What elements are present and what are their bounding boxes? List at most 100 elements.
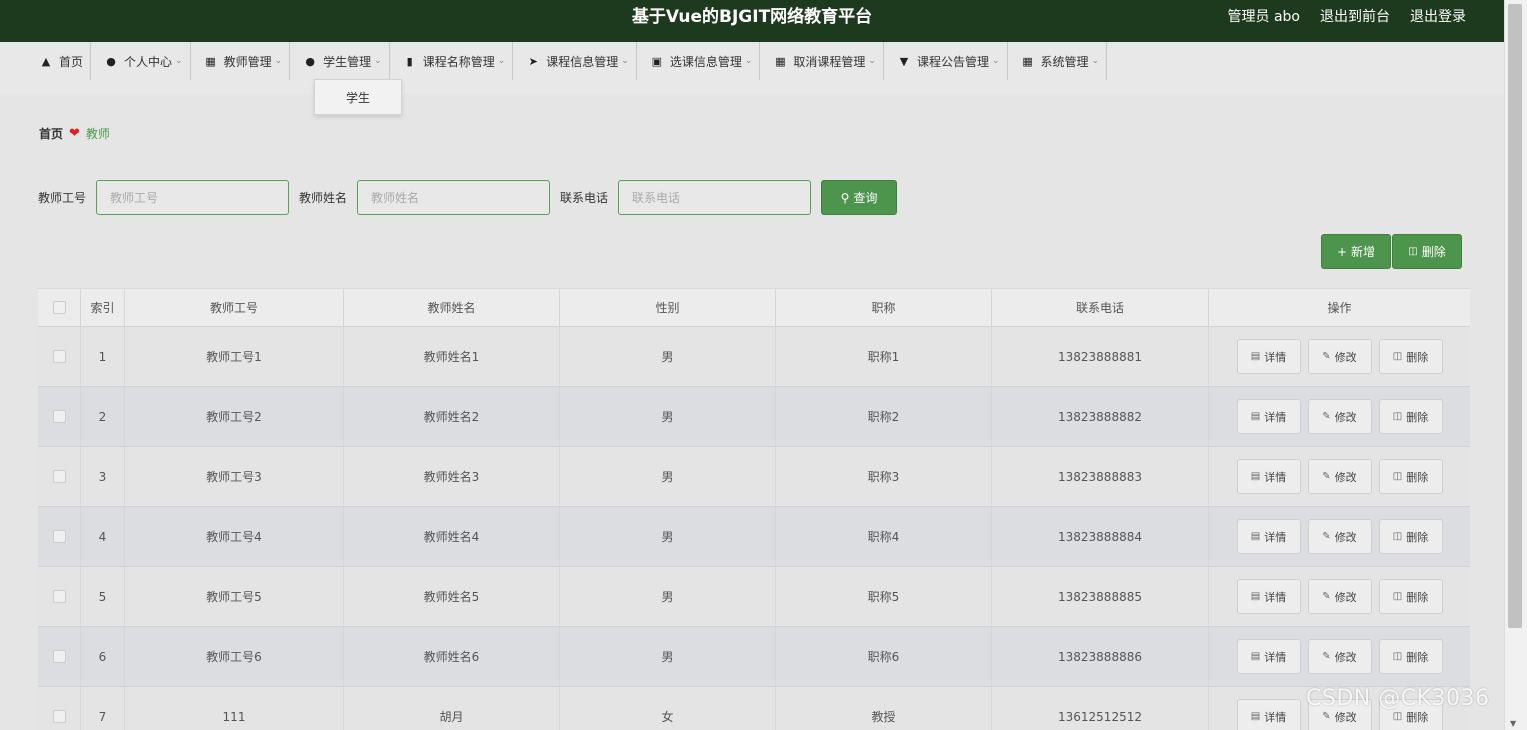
edit-button[interactable]: ✎ 修改 xyxy=(1307,639,1372,674)
menu-item-course-selection-management[interactable]: ▣ 选课信息管理 ⌄ xyxy=(637,42,761,80)
detail-button[interactable]: ▤ 详情 xyxy=(1236,339,1301,374)
cell-phone: 13823888883 xyxy=(992,447,1209,506)
row-select-cell xyxy=(38,687,81,730)
cell-teacher-name: 教师姓名6 xyxy=(344,627,560,686)
row-checkbox[interactable] xyxy=(52,350,66,363)
cell-phone: 13823888885 xyxy=(992,567,1209,626)
menu-item-personal-center[interactable]: ● 个人中心 ⌄ xyxy=(91,42,191,80)
menu-item-label: 首页 xyxy=(59,54,84,69)
cell-gender: 男 xyxy=(560,387,776,446)
add-button[interactable]: + 新增 xyxy=(1321,234,1391,269)
books-icon: ▮ xyxy=(406,54,413,68)
edit-button-label: 修改 xyxy=(1334,530,1357,544)
plus-icon: + xyxy=(1336,244,1348,259)
menu-item-course-info-management[interactable]: ➤ 课程信息管理 ⌄ xyxy=(513,42,637,80)
delete-button[interactable]: ◫ 删除 xyxy=(1378,339,1443,374)
cell-index: 3 xyxy=(81,447,125,506)
scroll-down-arrow-icon[interactable]: ▼ xyxy=(1510,719,1516,728)
logout-link[interactable]: 退出登录 xyxy=(1410,0,1466,34)
cell-index: 5 xyxy=(81,567,125,626)
back-to-front-link[interactable]: 退出到前台 xyxy=(1320,0,1390,34)
edit-button[interactable]: ✎ 修改 xyxy=(1307,519,1372,554)
grid-icon: ▦ xyxy=(1022,54,1033,68)
table-row: 6 教师工号6 教师姓名6 男职称6 13823888886 ▤ 详情 ✎ 修改 ◫ 删除 xyxy=(38,627,1470,687)
document-icon: ▤ xyxy=(1250,351,1261,362)
table-row: 7 111 胡月女教授 13612512512 ▤ 详情 ✎ 修改 ◫ 删除 xyxy=(38,687,1470,730)
detail-button-label: 详情 xyxy=(1264,410,1287,424)
menu-item-course-notice-management[interactable]: ▼ 课程公告管理 ⌄ xyxy=(884,42,1008,80)
detail-button-label: 详情 xyxy=(1264,650,1287,664)
row-checkbox[interactable] xyxy=(52,650,66,663)
grid-icon: ▦ xyxy=(775,54,786,68)
batch-delete-button[interactable]: ◫ 删除 xyxy=(1392,234,1462,269)
trash-icon: ◫ xyxy=(1392,471,1403,482)
detail-button-label: 详情 xyxy=(1264,350,1287,364)
detail-button-label: 详情 xyxy=(1264,470,1287,484)
table-row: 2 教师工号2 教师姓名2 男职称2 13823888882 ▤ 详情 ✎ 修改 ◫ 删除 xyxy=(38,387,1470,447)
search-icon: ⚲ xyxy=(840,190,850,205)
document-icon: ▤ xyxy=(1250,411,1261,422)
menu-item-teacher-management[interactable]: ▦ 教师管理 ⌄ xyxy=(191,42,291,80)
row-checkbox[interactable] xyxy=(52,590,66,603)
menu-item-system-management[interactable]: ▦ 系统管理 ⌄ xyxy=(1008,42,1108,80)
edit-button[interactable]: ✎ 修改 xyxy=(1307,459,1372,494)
document-icon: ▤ xyxy=(1250,711,1261,722)
search-label-teacher-id: 教师工号 xyxy=(38,191,87,205)
row-checkbox[interactable] xyxy=(52,470,66,483)
teacher-name-input[interactable] xyxy=(357,180,551,215)
pencil-icon: ✎ xyxy=(1322,651,1331,662)
document-icon: ▤ xyxy=(1250,591,1261,602)
delete-button[interactable]: ◫ 删除 xyxy=(1378,519,1443,554)
detail-button[interactable]: ▤ 详情 xyxy=(1236,399,1301,434)
delete-button[interactable]: ◫ 删除 xyxy=(1378,639,1443,674)
detail-button[interactable]: ▤ 详情 xyxy=(1236,699,1301,730)
menu-item-home[interactable]: ▲ 首页 xyxy=(26,42,92,80)
edit-button[interactable]: ✎ 修改 xyxy=(1307,339,1372,374)
edit-button[interactable]: ✎ 修改 xyxy=(1307,579,1372,614)
chevron-down-icon: ⌄ xyxy=(497,56,506,66)
menu-item-student-management[interactable]: ● 学生管理 ⌄ xyxy=(290,42,390,80)
delete-button[interactable]: ◫ 删除 xyxy=(1378,579,1443,614)
phone-input[interactable] xyxy=(618,180,812,215)
row-select-cell xyxy=(38,507,81,566)
cell-job-title: 职称4 xyxy=(776,507,992,566)
detail-button[interactable]: ▤ 详情 xyxy=(1236,579,1301,614)
detail-button[interactable]: ▤ 详情 xyxy=(1236,519,1301,554)
watermark: CSDN @CK3036 xyxy=(1306,686,1490,711)
row-checkbox[interactable] xyxy=(52,530,66,543)
search-form: 教师工号 教师姓名 联系电话 ⚲ 查询 xyxy=(38,180,898,215)
menu-item-label: 个人中心 xyxy=(124,54,173,69)
cell-job-title: 职称2 xyxy=(776,387,992,446)
breadcrumb-home[interactable]: 首页 xyxy=(39,125,63,142)
detail-button[interactable]: ▤ 详情 xyxy=(1236,639,1301,674)
menu-item-label: 系统管理 xyxy=(1040,54,1089,69)
cell-teacher-id: 教师工号5 xyxy=(125,567,344,626)
cell-operations: ▤ 详情 ✎ 修改 ◫ 删除 xyxy=(1209,627,1470,686)
add-button-label: 新增 xyxy=(1351,245,1376,259)
menu-item-label: 学生管理 xyxy=(323,54,372,69)
menu-item-course-name-management[interactable]: ▮ 课程名称管理 ⌄ xyxy=(390,42,514,80)
dropdown-option-student[interactable]: 学生 xyxy=(314,79,402,115)
detail-button[interactable]: ▤ 详情 xyxy=(1236,459,1301,494)
row-checkbox[interactable] xyxy=(52,410,66,423)
delete-button[interactable]: ◫ 删除 xyxy=(1378,459,1443,494)
row-checkbox[interactable] xyxy=(52,710,66,723)
chevron-down-icon: ⌄ xyxy=(868,56,876,66)
menu-item-label: 取消课程管理 xyxy=(793,54,866,69)
detail-button-label: 详情 xyxy=(1264,710,1287,724)
vertical-scrollbar[interactable]: ▼ xyxy=(1504,0,1527,730)
delete-button[interactable]: ◫ 删除 xyxy=(1378,399,1443,434)
select-all-checkbox[interactable] xyxy=(52,301,66,314)
cell-index: 1 xyxy=(81,327,125,386)
header-cell: 职称 xyxy=(776,289,992,326)
teacher-id-input[interactable] xyxy=(96,180,290,215)
pencil-icon: ✎ xyxy=(1322,471,1331,482)
breadcrumb: 首页 ❤ 教师 xyxy=(39,125,110,142)
query-button[interactable]: ⚲ 查询 xyxy=(821,180,898,215)
edit-button[interactable]: ✎ 修改 xyxy=(1307,399,1372,434)
pencil-icon: ✎ xyxy=(1322,531,1331,542)
menu-item-cancel-course-management[interactable]: ▦ 取消课程管理 ⌄ xyxy=(760,42,884,80)
scrollbar-thumb[interactable] xyxy=(1508,4,1522,628)
cell-gender: 男 xyxy=(560,627,776,686)
trash-icon: ◫ xyxy=(1392,651,1403,662)
